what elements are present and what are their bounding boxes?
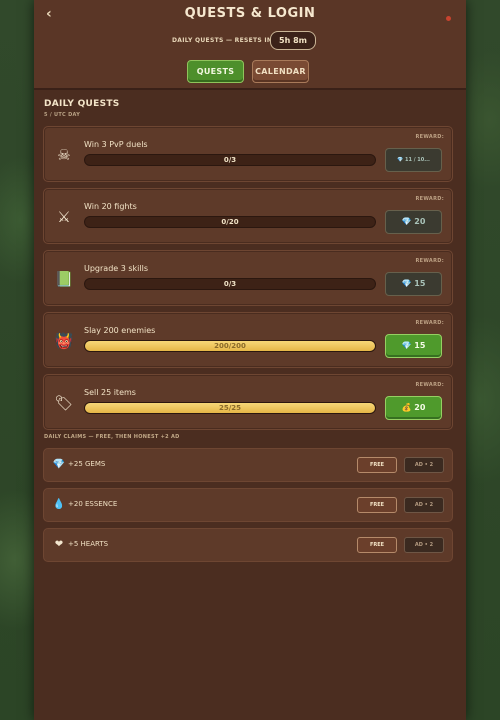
- quest-progress-bar: 0/3: [84, 154, 376, 166]
- reward-label: REWARD:: [415, 320, 444, 326]
- ad-claim-button[interactable]: AD • 2: [404, 497, 444, 513]
- quest-progress-text: 25/25: [218, 404, 242, 412]
- ad-claim-button[interactable]: AD • 2: [404, 457, 444, 473]
- quest-progress-text: 200/200: [214, 342, 246, 350]
- reset-label: DAILY QUESTS — RESETS IN: [172, 37, 273, 44]
- quest-name: Win 3 PvP duels: [84, 140, 148, 149]
- notification-dot: [446, 16, 451, 21]
- quest-card: 📗 Upgrade 3 skills 0/3 REWARD: 💎 15: [43, 250, 453, 306]
- quest-progress-bar: 200/200: [84, 340, 376, 352]
- claim-reward-button[interactable]: 💎 15: [385, 334, 442, 358]
- quest-card: ☠ Win 3 PvP duels 0/3 REWARD: 💎 11 / 10.…: [43, 126, 453, 182]
- crossed-swords-icon: ⚔: [57, 208, 71, 226]
- claim-reward-button[interactable]: 💎 11 / 10...: [385, 148, 442, 172]
- quest-progress-text: 0/3: [223, 280, 237, 288]
- quest-name: Sell 25 items: [84, 388, 136, 397]
- quest-name: Win 20 fights: [84, 202, 137, 211]
- quest-progress-bar: 0/20: [84, 216, 376, 228]
- claim-row: 💎 +25 GEMS FREE AD • 2: [43, 448, 453, 482]
- reward-label: REWARD:: [415, 382, 444, 388]
- page-title: QUESTS & LOGIN: [184, 6, 316, 21]
- quest-card: 🏷 Sell 25 items 25/25 REWARD: 💰 20: [43, 374, 453, 430]
- book-icon: 📗: [54, 270, 74, 288]
- reward-label: REWARD:: [415, 196, 444, 202]
- quest-name: Upgrade 3 skills: [84, 264, 149, 273]
- claim-reward-button[interactable]: 💎 15: [385, 272, 442, 296]
- quest-progress-text: 0/20: [221, 218, 239, 226]
- essence-drop-icon: 💧: [52, 499, 66, 510]
- daily-claims-title: DAILY CLAIMS — FREE, THEN HONEST +2 AD: [44, 434, 180, 440]
- claim-reward-button[interactable]: 💰 20: [385, 396, 442, 420]
- daily-quests-subtitle: 5 / UTC DAY: [44, 112, 81, 118]
- tab-quests[interactable]: QUESTS: [187, 60, 244, 83]
- heart-icon: ❤: [54, 539, 64, 550]
- free-claim-button[interactable]: FREE: [357, 457, 397, 473]
- tab-calendar[interactable]: CALENDAR: [252, 60, 309, 83]
- claim-reward-button[interactable]: 💎 20: [385, 210, 442, 234]
- quest-card: 👹 Slay 200 enemies 200/200 REWARD: 💎 15: [43, 312, 453, 368]
- daily-quests-title: DAILY QUESTS: [44, 99, 120, 109]
- skull-icon: ☠: [57, 146, 71, 164]
- quest-progress-bar: 0/3: [84, 278, 376, 290]
- reward-label: REWARD:: [415, 258, 444, 264]
- claim-name: +20 ESSENCE: [68, 500, 118, 508]
- quest-name: Slay 200 enemies: [84, 326, 156, 335]
- claim-name: +25 GEMS: [68, 460, 106, 468]
- gem-icon: 💎: [52, 459, 66, 470]
- claim-row: ❤ +5 HEARTS FREE AD • 2: [43, 528, 453, 562]
- quest-progress-bar: 25/25: [84, 402, 376, 414]
- free-claim-button[interactable]: FREE: [357, 537, 397, 553]
- reward-label: REWARD:: [415, 134, 444, 140]
- demon-head-icon: 👹: [54, 332, 74, 350]
- free-claim-button[interactable]: FREE: [357, 497, 397, 513]
- ad-claim-button[interactable]: AD • 2: [404, 537, 444, 553]
- price-tag-icon: 🏷: [54, 394, 74, 412]
- claim-row: 💧 +20 ESSENCE FREE AD • 2: [43, 488, 453, 522]
- quest-progress-text: 0/3: [223, 156, 237, 164]
- reset-timer: 5h 8m: [270, 31, 316, 50]
- quest-card: ⚔ Win 20 fights 0/20 REWARD: 💎 20: [43, 188, 453, 244]
- claim-name: +5 HEARTS: [68, 540, 109, 548]
